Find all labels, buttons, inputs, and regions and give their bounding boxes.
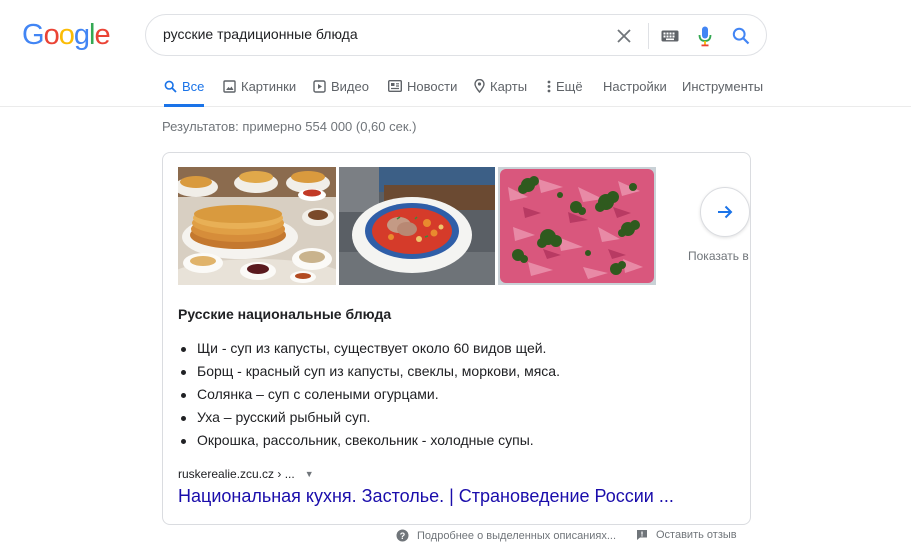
help-icon: ? — [396, 529, 409, 542]
borscht-photo — [339, 167, 495, 285]
result-title-link[interactable]: Национальная кухня. Застолье. | Странове… — [178, 486, 674, 507]
logo-letter: e — [94, 18, 110, 51]
search-input[interactable]: русские традиционные блюда — [163, 26, 358, 42]
blini-photo — [178, 167, 336, 285]
logo-letter: o — [58, 18, 75, 51]
list-item: Уха – русский рыбный суп. — [178, 406, 560, 429]
list-item: Солянка – суп с солеными огурцами. — [178, 383, 560, 406]
feedback-link[interactable]: Оставить отзыв — [636, 529, 737, 541]
tab-news[interactable]: Новости — [388, 66, 457, 106]
featured-snippet: Показать в Русские национальные блюда Щи… — [162, 152, 751, 525]
source-cite: ruskerealie.zcu.cz › ... ▼ — [178, 467, 314, 481]
list-item: Окрошка, рассольник, свекольник - холодн… — [178, 429, 560, 452]
snippet-list: Щи - суп из капусты, существует около 60… — [178, 337, 560, 452]
svg-text:?: ? — [400, 531, 406, 541]
keyboard-icon — [661, 30, 679, 42]
map-pin-icon — [474, 79, 485, 93]
google-logo[interactable]: Google — [22, 18, 111, 52]
tab-more[interactable]: Ещё — [547, 66, 583, 106]
arrow-right-icon — [718, 205, 733, 219]
tab-maps[interactable]: Карты — [474, 66, 527, 106]
voice-search-button[interactable] — [694, 24, 716, 48]
tab-label: Ещё — [556, 78, 583, 94]
search-divider — [648, 23, 649, 49]
result-image-salad[interactable] — [498, 167, 656, 285]
arrow-circle — [700, 187, 750, 237]
clear-search-button[interactable] — [612, 24, 636, 48]
tab-label: Картинки — [241, 78, 297, 94]
result-image-blini[interactable] — [178, 167, 336, 285]
feedback-icon — [636, 529, 648, 541]
list-item: Щи - суп из капусты, существует около 60… — [178, 337, 560, 360]
snippet-title: Русские национальные блюда — [178, 306, 392, 322]
logo-letter: g — [73, 18, 90, 51]
tab-images[interactable]: Картинки — [223, 66, 296, 106]
tab-label: Новости — [407, 78, 458, 94]
search-box[interactable]: русские традиционные блюда — [145, 14, 767, 56]
tab-label: Инструменты — [682, 78, 764, 94]
result-image-borscht[interactable] — [339, 167, 495, 285]
video-icon — [313, 79, 326, 93]
more-vert-icon — [547, 80, 551, 93]
more-images-label: Показать в — [688, 249, 749, 263]
search-icon — [164, 80, 177, 93]
tab-tools[interactable]: Инструменты — [682, 66, 763, 106]
more-images-button[interactable]: Показать в — [688, 187, 750, 263]
search-icon — [732, 27, 750, 45]
keyboard-button[interactable] — [658, 26, 682, 46]
tab-label: Видео — [331, 78, 369, 94]
tab-all[interactable]: Все — [164, 66, 205, 107]
microphone-icon — [698, 26, 712, 46]
salad-photo — [498, 167, 656, 285]
list-item: Борщ - красный суп из капусты, свеклы, м… — [178, 360, 560, 383]
about-snippets-link[interactable]: ? Подробнее о выделенных описаниях... — [396, 529, 616, 542]
feedback-label: Оставить отзыв — [656, 529, 737, 541]
tab-settings[interactable]: Настройки — [603, 66, 667, 106]
logo-letter: G — [22, 18, 45, 51]
close-icon — [617, 29, 631, 43]
tab-label: Все — [182, 78, 205, 94]
news-icon — [388, 80, 402, 92]
search-button[interactable] — [729, 24, 753, 48]
caret-down-icon[interactable]: ▼ — [305, 469, 314, 479]
search-tabs: Все Картинки Видео Новости Карты Ещё Нас… — [0, 66, 911, 107]
logo-letter: o — [43, 18, 60, 51]
source-url: ruskerealie.zcu.cz › ... — [178, 467, 295, 481]
about-snippets-label: Подробнее о выделенных описаниях... — [417, 529, 617, 542]
tab-label: Карты — [490, 78, 528, 94]
tab-videos[interactable]: Видео — [313, 66, 369, 106]
image-icon — [223, 79, 236, 93]
results-count: Результатов: примерно 554 000 (0,60 сек.… — [162, 119, 417, 134]
tab-label: Настройки — [603, 78, 667, 94]
